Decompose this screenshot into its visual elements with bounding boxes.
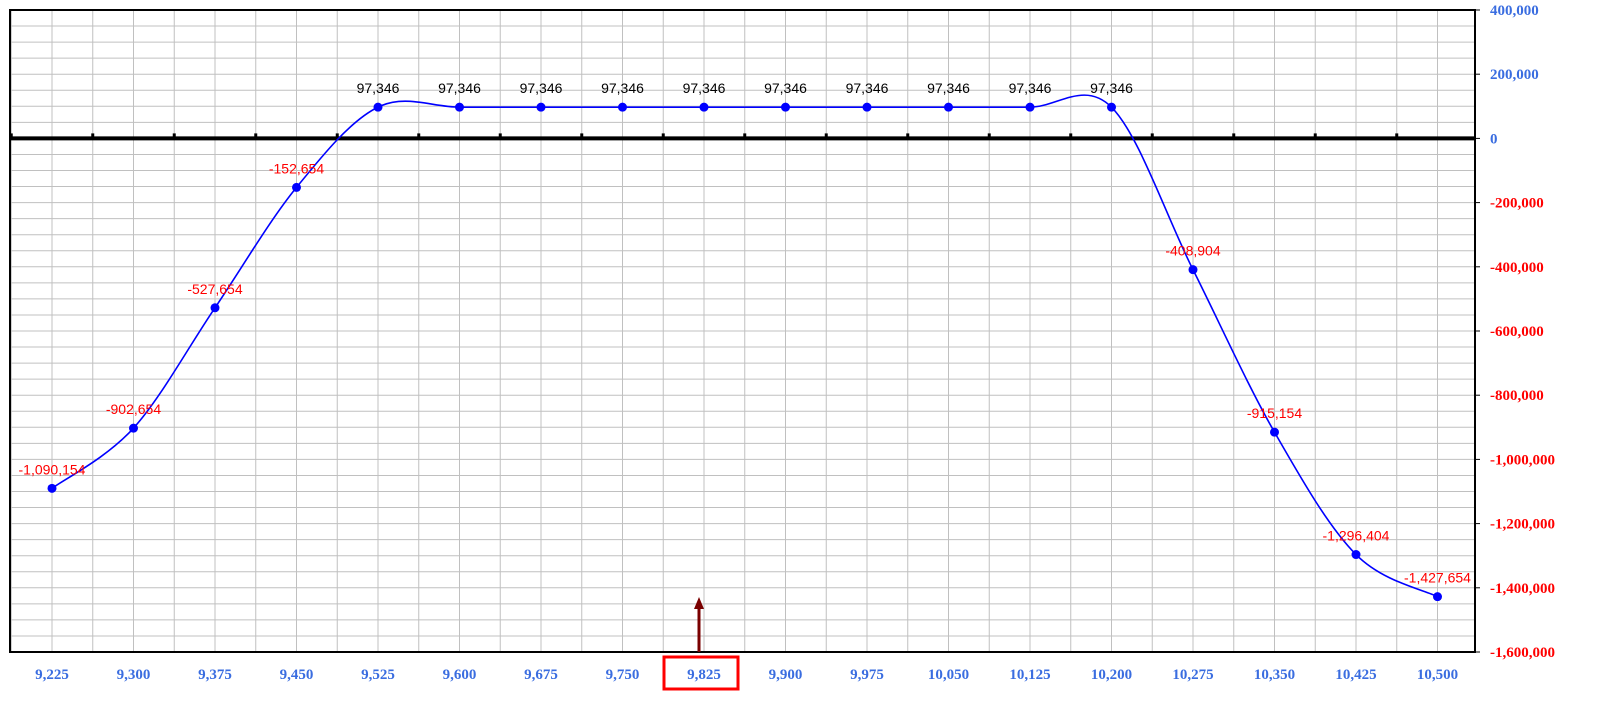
x-tick-label: 9,750: [606, 667, 640, 683]
data-point: [944, 102, 953, 112]
x-tick-label: 10,350: [1254, 667, 1295, 683]
y-tick-label: -1,600,000: [1490, 645, 1555, 661]
data-point: [1351, 550, 1361, 560]
data-label: 97,346: [764, 80, 807, 96]
y-tick-label: 200,000: [1490, 67, 1539, 83]
zero-line: [9, 133, 1475, 141]
x-tick-label: 9,975: [850, 667, 884, 683]
data-label: 97,346: [1090, 80, 1133, 96]
data-label: -915,154: [1247, 405, 1302, 421]
y-tick-label: 0: [1490, 131, 1498, 147]
data-point: [292, 182, 301, 192]
y-tick-label: -600,000: [1490, 324, 1544, 340]
data-point: [1270, 427, 1279, 437]
grid: [10, 9, 1475, 653]
data-label: -152,654: [269, 160, 324, 176]
x-tick-label: 10,200: [1091, 667, 1132, 683]
marker-arrow-head: [694, 597, 704, 609]
y-tick-label: -200,000: [1490, 196, 1544, 212]
data-point: [618, 102, 627, 112]
data-label: 97,346: [357, 80, 400, 96]
current-price-marker: [694, 597, 704, 652]
data-point: [129, 423, 138, 433]
y-tick-label: -400,000: [1490, 260, 1544, 276]
data-label: -527,654: [187, 281, 242, 297]
data-label: -1,296,404: [1323, 528, 1390, 544]
y-tick-label: -1,400,000: [1490, 581, 1555, 597]
x-axis-ticks: 9,225 9,300 9,375 9,450 9,525 9,600 9,675 9,750…: [35, 655, 1458, 691]
data-label: -902,654: [106, 401, 161, 417]
data-point: [210, 303, 220, 313]
data-label: 97,346: [601, 80, 644, 96]
data-point: [1188, 265, 1198, 275]
data-point: [699, 102, 709, 112]
y-tick-label: 400,000: [1490, 3, 1539, 19]
payoff-chart: -1,090,154 -902,654 -527,654 -152,654 97,346…: [9, 3, 1555, 691]
x-tick-label: 9,675: [524, 667, 558, 683]
data-point: [1433, 592, 1442, 602]
x-tick-label: 9,900: [769, 667, 803, 683]
x-tick-label: 10,275: [1172, 667, 1213, 683]
x-tick-label: 10,125: [1009, 667, 1050, 683]
x-tick-label: 9,225: [35, 667, 69, 683]
x-tick-label: 10,500: [1417, 667, 1458, 683]
data-label: 97,346: [520, 80, 563, 96]
data-point: [455, 102, 464, 112]
data-point: [373, 102, 383, 112]
data-label: 97,346: [438, 80, 481, 96]
data-point: [1025, 102, 1035, 112]
x-tick-label: 9,600: [443, 667, 477, 683]
data-label: -408,904: [1165, 243, 1220, 259]
data-label: 97,346: [846, 80, 889, 96]
data-point: [536, 102, 546, 112]
data-point: [862, 102, 872, 112]
data-label: 97,346: [683, 80, 726, 96]
y-axis-ticks: 400,000 200,000 0 -200,000 -400,000 -600,000 -…: [1475, 3, 1555, 661]
y-tick-label: -1,000,000: [1490, 452, 1555, 468]
y-tick-label: -800,000: [1490, 388, 1544, 404]
data-label: 97,346: [1009, 80, 1052, 96]
x-tick-label: 10,425: [1335, 667, 1376, 683]
x-tick-label: 9,525: [361, 667, 395, 683]
data-label: -1,427,654: [1404, 570, 1471, 586]
data-point: [47, 483, 57, 493]
data-label: -1,090,154: [19, 461, 86, 477]
x-tick-label: 9,375: [198, 667, 232, 683]
y-tick-label: -1,200,000: [1490, 517, 1555, 533]
x-tick-label: 9,825: [687, 667, 721, 683]
data-point: [1107, 102, 1116, 112]
x-tick-label: 9,300: [117, 667, 151, 683]
data-label: 97,346: [927, 80, 970, 96]
data-point: [781, 102, 790, 112]
x-tick-label: 10,050: [928, 667, 969, 683]
x-tick-label: 9,450: [280, 667, 314, 683]
